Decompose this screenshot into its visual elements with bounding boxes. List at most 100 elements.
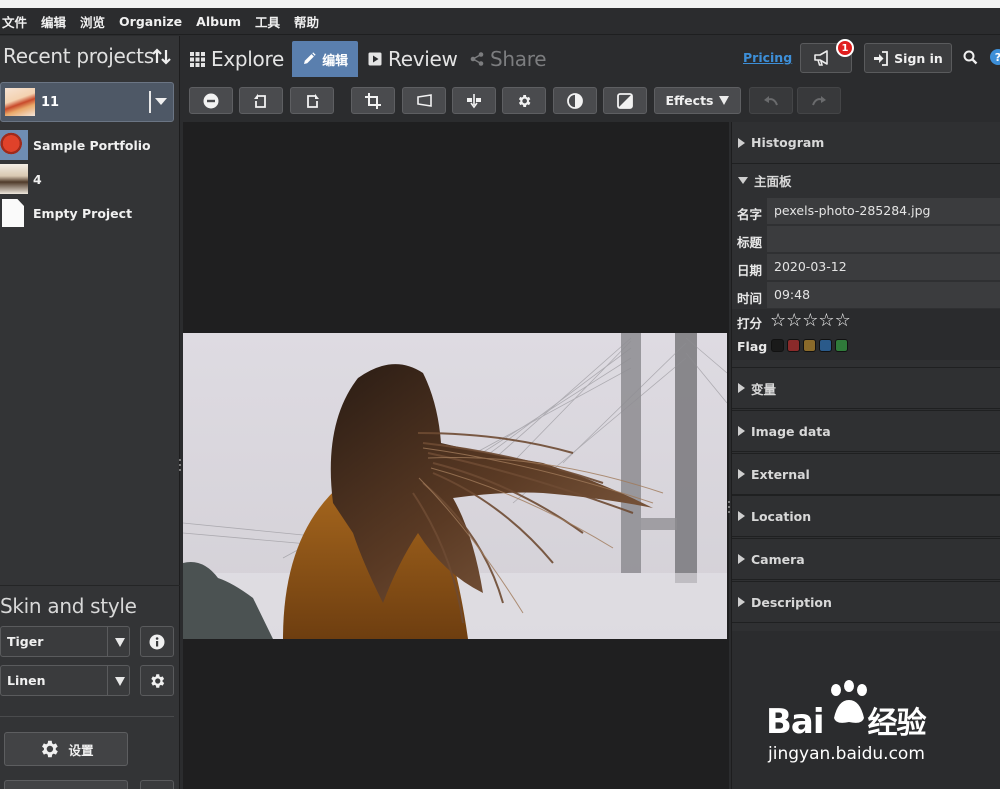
zoom-out-button[interactable] — [189, 87, 233, 114]
star-icon[interactable]: ☆ — [818, 311, 834, 331]
flag-swatch[interactable] — [819, 339, 832, 352]
contrast-button[interactable] — [553, 87, 597, 114]
style-settings-button[interactable] — [140, 665, 174, 696]
rotate-left-button[interactable] — [239, 87, 283, 114]
menu-tools[interactable]: 工具 — [255, 12, 280, 31]
menu-file[interactable]: 文件 — [2, 12, 27, 31]
expand-triangle-icon — [738, 554, 745, 564]
sign-in-button[interactable]: Sign in — [864, 43, 952, 73]
sign-in-icon — [874, 50, 889, 66]
settings-button[interactable]: 设置 — [4, 732, 128, 766]
current-project-selector[interactable]: 11 — [0, 82, 174, 122]
section-label: Histogram — [751, 135, 825, 150]
project-label: 4 — [33, 171, 42, 187]
skin-select[interactable]: Tiger — [0, 626, 130, 657]
menu-browse[interactable]: 浏览 — [80, 12, 105, 31]
project-thumbnail — [0, 164, 28, 194]
menu-bar: 文件 编辑 浏览 Organize Album 工具 帮助 — [0, 8, 1000, 35]
section-location[interactable]: Location — [732, 495, 1000, 537]
redo-button[interactable] — [797, 87, 841, 114]
straighten-icon — [416, 93, 432, 107]
rotate-right-button[interactable] — [290, 87, 334, 114]
window-title-strip — [0, 0, 1000, 8]
tab-review[interactable]: Review — [368, 41, 458, 77]
project-thumbnail — [0, 130, 28, 160]
rotate-left-icon — [254, 93, 266, 108]
expand-triangle-icon — [738, 426, 745, 436]
chevron-down-icon[interactable] — [155, 98, 167, 105]
menu-organize[interactable]: Organize — [119, 14, 182, 29]
pricing-link[interactable]: Pricing — [743, 50, 792, 65]
project-item-sample-portfolio[interactable]: Sample Portfolio — [0, 129, 180, 161]
section-label: Image data — [751, 423, 831, 439]
secondary-button[interactable] — [4, 780, 128, 789]
resize-grip-left[interactable] — [178, 458, 182, 472]
flip-button[interactable] — [452, 87, 496, 114]
project-item-4[interactable]: 4 — [0, 163, 180, 195]
star-icon[interactable]: ☆ — [802, 311, 818, 331]
tab-edit[interactable]: 编辑 — [292, 41, 358, 77]
undo-button[interactable] — [749, 87, 793, 114]
baidu-watermark: Bai 经验 jingyan.baidu.com — [764, 680, 964, 770]
section-description[interactable]: Description — [732, 581, 1000, 623]
sign-in-label: Sign in — [894, 50, 943, 66]
menu-help[interactable]: 帮助 — [294, 12, 319, 31]
redo-icon — [812, 95, 826, 105]
search-icon[interactable] — [963, 50, 978, 65]
effects-dropdown[interactable]: Effects — [654, 87, 741, 114]
flag-swatches — [771, 339, 851, 352]
flip-icon — [467, 93, 481, 108]
meta-row-time: 时间 09:48 — [732, 281, 1000, 309]
play-icon — [368, 52, 382, 66]
contrast-icon — [567, 92, 583, 109]
section-external[interactable]: External — [732, 453, 1000, 495]
date-field[interactable]: 2020-03-12 — [767, 254, 1000, 280]
adjust-button[interactable] — [502, 87, 546, 114]
meta-row-flag: Flag — [732, 334, 1000, 360]
straighten-button[interactable] — [402, 87, 446, 114]
style-select[interactable]: Linen — [0, 665, 130, 696]
settings-button-label: 设置 — [68, 742, 94, 758]
section-camera[interactable]: Camera — [732, 538, 1000, 580]
exposure-button[interactable] — [603, 87, 647, 114]
crop-button[interactable] — [351, 87, 395, 114]
section-variables[interactable]: 变量 — [732, 367, 1000, 409]
time-field[interactable]: 09:48 — [767, 282, 1000, 308]
title-field[interactable] — [767, 226, 1000, 252]
watermark-brand-text: Bai — [766, 702, 825, 742]
meta-label: 打分 — [737, 316, 763, 331]
name-field[interactable]: pexels-photo-285284.jpg — [767, 198, 1000, 224]
tab-explore[interactable]: Explore — [190, 41, 284, 77]
gear-icon — [42, 740, 59, 758]
section-histogram[interactable]: Histogram — [732, 122, 1000, 164]
photo-image — [183, 333, 727, 639]
notification-badge: 1 — [836, 39, 854, 57]
menu-edit[interactable]: 编辑 — [41, 12, 66, 31]
flag-swatch[interactable] — [803, 339, 816, 352]
rating-stars[interactable]: ☆ ☆ ☆ ☆ ☆ — [770, 311, 851, 331]
section-image-data[interactable]: Image data — [732, 410, 1000, 452]
select-divider — [107, 666, 108, 695]
flag-swatch[interactable] — [835, 339, 848, 352]
info-button[interactable] — [140, 626, 174, 657]
menu-album[interactable]: Album — [196, 14, 241, 29]
image-canvas[interactable] — [183, 122, 729, 789]
help-icon[interactable]: ? — [990, 49, 1000, 65]
tab-share[interactable]: Share — [470, 41, 547, 77]
left-panel: Recent projects 11 Sample Portfolio 4 Em… — [0, 36, 180, 789]
project-item-empty-project[interactable]: Empty Project — [0, 197, 180, 229]
skin-style-title: Skin and style — [0, 594, 137, 618]
flag-swatch[interactable] — [787, 339, 800, 352]
star-icon[interactable]: ☆ — [835, 311, 851, 331]
sort-icon[interactable] — [152, 48, 172, 66]
secondary-square-button[interactable] — [140, 780, 174, 789]
flag-swatch[interactable] — [771, 339, 784, 352]
collapse-triangle-icon — [738, 176, 748, 184]
photo-preview[interactable] — [183, 333, 727, 639]
section-main-panel[interactable]: 主面板 — [732, 164, 1000, 196]
chevron-down-icon — [719, 96, 730, 105]
top-nav-bar: Explore 编辑 Review Share Pricing 1 Sign i… — [182, 36, 1000, 78]
star-icon[interactable]: ☆ — [770, 311, 786, 331]
star-icon[interactable]: ☆ — [786, 311, 802, 331]
style-select-value: Linen — [7, 673, 46, 688]
